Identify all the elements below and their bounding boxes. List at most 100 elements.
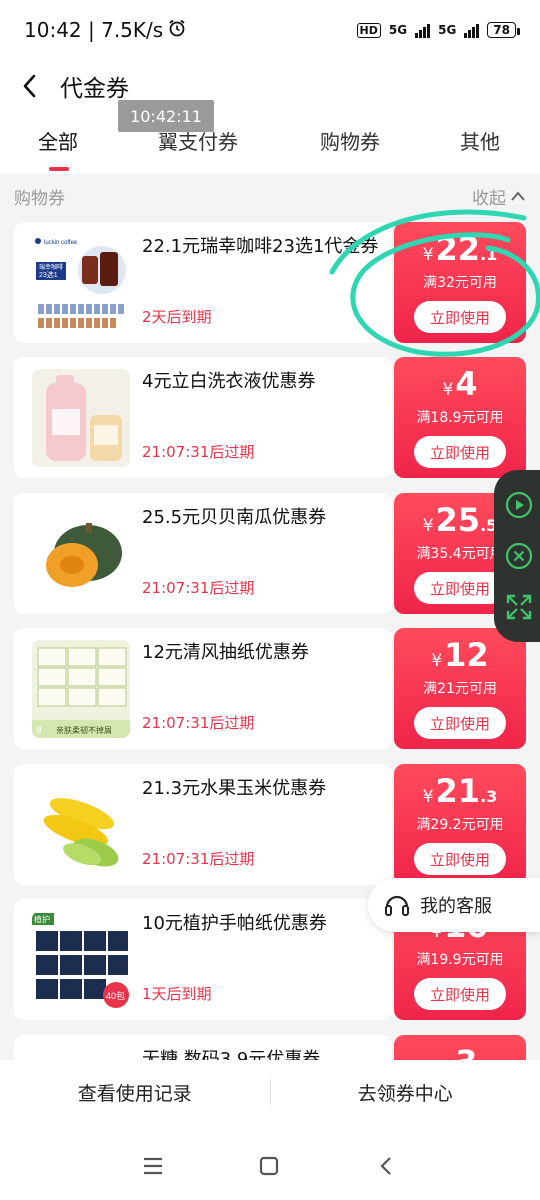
floating-controls [494,470,540,642]
chevron-up-icon [511,191,525,201]
coffee-line2-text: 23选1 [39,270,58,279]
coupon-info[interactable]: 4元立白洗衣液优惠券 21:07:31后过期 [14,357,392,478]
use-now-button[interactable]: 立即使用 [414,978,506,1010]
handkerchief-brand-text: 植护 [34,914,50,924]
yen-symbol: ¥ [422,516,434,536]
coupon-info[interactable]: luckin coffee 瑞幸咖啡 23选1 22.1元瑞幸咖啡23选1代金券 [14,222,392,343]
coupon-condition: 满18.9元可用 [416,410,504,426]
collapse-button[interactable]: 收起 [472,184,526,209]
amount-integer: 4 [455,365,478,403]
handkerchief-thumbnail: 植护 40包 [32,911,130,1009]
nav-back-button[interactable] [374,1154,398,1178]
net2-label: 5G [438,23,457,37]
coupon-amount: ¥ 21 .3 [394,772,526,812]
active-tab-indicator [49,167,69,171]
timestamp-toast: 10:42:11 [118,100,214,132]
hd-badge: HD [356,22,381,38]
pumpkin-thumbnail [32,505,130,603]
coupon-card: 4元立白洗衣液优惠券 21:07:31后过期 ¥ 4 满18.9元可用 立即使用 [14,357,526,478]
coupon-name: 4元立白洗衣液优惠券 [142,371,316,392]
signal-icon-2 [464,22,480,38]
coupon-card: 8 亲肤柔韧不掉屑 12元清风抽纸优惠券 21:07:31后过期 ¥ 12 满2… [14,628,526,749]
yen-symbol: ¥ [431,651,443,671]
system-nav-bar [0,1124,540,1200]
coffee-brand-text: luckin coffee [44,240,78,246]
status-time-speed: 10:42 | 7.5K/s [24,18,164,42]
usage-history-button[interactable]: 查看使用记录 [0,1079,270,1106]
tab-all[interactable]: 全部 [38,126,78,155]
tab-bar: 全部 翼支付券 购物券 其他 [0,112,540,174]
use-now-button[interactable]: 立即使用 [414,707,506,739]
coupon-info[interactable]: 植护 40包 10元植护手帕纸优惠券 1天后到期 [14,899,392,1020]
battery-icon: 78 [487,22,520,38]
coupon-condition: 满32元可用 [423,275,497,291]
tab-shopping[interactable]: 购物券 [320,126,380,155]
coupon-info[interactable]: 25.5元贝贝南瓜优惠券 21:07:31后过期 [14,493,392,614]
coupon-info[interactable]: 8 亲肤柔韧不掉屑 12元清风抽纸优惠券 21:07:31后过期 [14,628,392,749]
alarm-icon [167,18,187,43]
coupon-value-panel: ¥ 3 [394,1035,526,1060]
amount-integer: 22 [435,230,481,268]
coupon-card: 无糖 数码3.9元优惠券 ¥ 3 [14,1035,526,1060]
home-button[interactable] [257,1154,281,1178]
coupon-condition: 满21元可用 [423,681,497,697]
page-title: 代金券 [60,76,129,102]
use-now-button[interactable]: 立即使用 [414,572,506,604]
amount-decimal: .1 [480,245,498,264]
customer-service-button[interactable]: 我的客服 [368,878,540,932]
expand-button[interactable] [502,590,536,624]
coupon-card: 21.3元水果玉米优惠券 21:07:31后过期 ¥ 21 .3 满29.2元可… [14,764,526,885]
coupon-value-panel: ¥ 21 .3 满29.2元可用 立即使用 [394,764,526,885]
close-icon [505,542,533,570]
corn-thumbnail [32,776,130,874]
coffee-line1-text: 瑞幸咖啡 [39,263,63,271]
back-arrow-icon [380,1157,391,1175]
coupon-name: 10元植护手帕纸优惠券 [142,913,327,934]
play-button[interactable] [502,488,536,522]
use-now-button[interactable]: 立即使用 [414,436,506,468]
back-button[interactable] [0,60,60,112]
coupon-amount: ¥ 22 .1 [394,230,526,270]
coupon-name: 21.3元水果玉米优惠券 [142,778,327,799]
yen-symbol: ¥ [442,380,454,400]
signal-icon [415,22,431,38]
coupon-amount: ¥ 4 [394,365,526,405]
amount-integer: 12 [444,636,489,674]
coupon-value-panel: ¥ 4 满18.9元可用 立即使用 [394,357,526,478]
coupon-condition: 满19.9元可用 [416,952,504,968]
coupon-name: 22.1元瑞幸咖啡23选1代金券 [142,236,379,257]
coupon-center-button[interactable]: 去领券中心 [271,1079,540,1106]
coupon-expiry: 21:07:31后过期 [142,850,255,868]
bottom-action-bar: 查看使用记录 去领券中心 [0,1060,540,1124]
collapse-label: 收起 [472,188,506,209]
coupon-list: luckin coffee 瑞幸咖啡 23选1 22.1元瑞幸咖啡23选1代金券 [0,222,540,1060]
coupon-amount: ¥ 3 [394,1043,526,1060]
home-icon [259,1156,279,1176]
yen-symbol: ¥ [422,245,434,265]
coupon-info[interactable]: 21.3元水果玉米优惠券 21:07:31后过期 [14,764,392,885]
coupon-name: 无糖 数码3.9元优惠券 [142,1049,321,1060]
handkerchief-count-text: 40包 [106,990,125,1001]
amount-decimal: .3 [480,787,498,806]
status-bar: 10:42 | 7.5K/s HD 5G 5G 78 [0,0,540,60]
use-now-button[interactable]: 立即使用 [414,301,506,333]
coupon-value-panel: ¥ 12 满21元可用 立即使用 [394,628,526,749]
coupon-expiry: 21:07:31后过期 [142,714,255,732]
menu-button[interactable] [141,1154,165,1178]
net1-label: 5G [388,23,408,37]
coupon-name: 25.5元贝贝南瓜优惠券 [142,507,327,528]
coupon-card: luckin coffee 瑞幸咖啡 23选1 22.1元瑞幸咖啡23选1代金券 [14,222,526,343]
tab-other[interactable]: 其他 [460,126,500,155]
use-now-button[interactable]: 立即使用 [414,843,506,875]
coupon-expiry: 21:07:31后过期 [142,579,255,597]
detergent-thumbnail [32,369,130,467]
play-icon [505,492,533,519]
coupon-expiry: 1天后到期 [142,985,212,1003]
coupon-condition: 满29.2元可用 [416,817,504,833]
menu-icon [144,1157,162,1175]
coffee-thumbnail: luckin coffee 瑞幸咖啡 23选1 [32,234,130,332]
tissue-caption-text: 亲肤柔韧不掉屑 [56,725,112,735]
section-header: 购物券 收起 [0,174,540,218]
coupon-info[interactable]: 无糖 数码3.9元优惠券 [14,1035,392,1060]
close-button[interactable] [502,539,536,573]
